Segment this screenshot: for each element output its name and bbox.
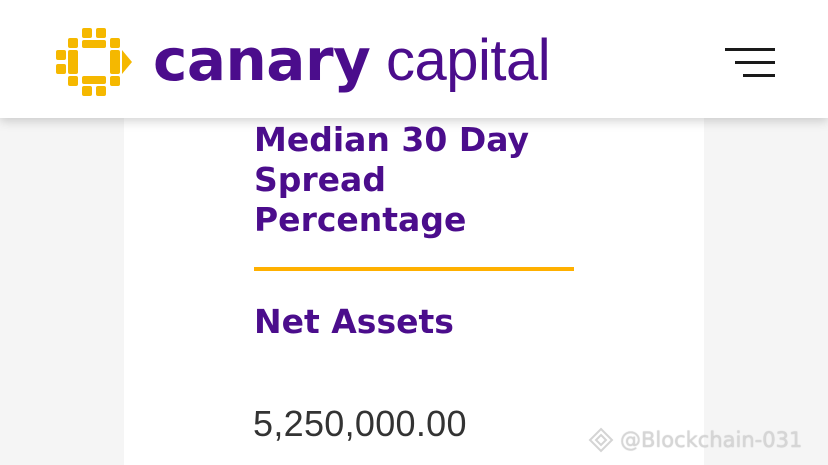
canary-capital-logo-icon <box>56 28 132 96</box>
binance-diamond-icon <box>588 427 614 453</box>
hamburger-menu-icon <box>725 48 775 77</box>
watermark-text: @Blockchain-031 <box>620 428 803 452</box>
brand-name-bold: canary <box>153 26 371 94</box>
net-assets-value: 5,250,000.00 <box>253 403 467 444</box>
fund-details-card: Median 30 Day Spread Percentage Net Asse… <box>124 118 704 465</box>
watermark: @Blockchain-031 <box>588 425 802 455</box>
site-header: canary capital <box>0 0 828 118</box>
section-divider <box>254 267 574 271</box>
brand-name-light: capital <box>370 28 551 93</box>
spread-percentage-heading: Median 30 Day Spread Percentage <box>254 120 529 239</box>
hamburger-menu-button[interactable] <box>725 46 777 80</box>
brand-wordmark[interactable]: canary capital <box>153 22 551 99</box>
net-assets-heading: Net Assets <box>254 302 454 341</box>
